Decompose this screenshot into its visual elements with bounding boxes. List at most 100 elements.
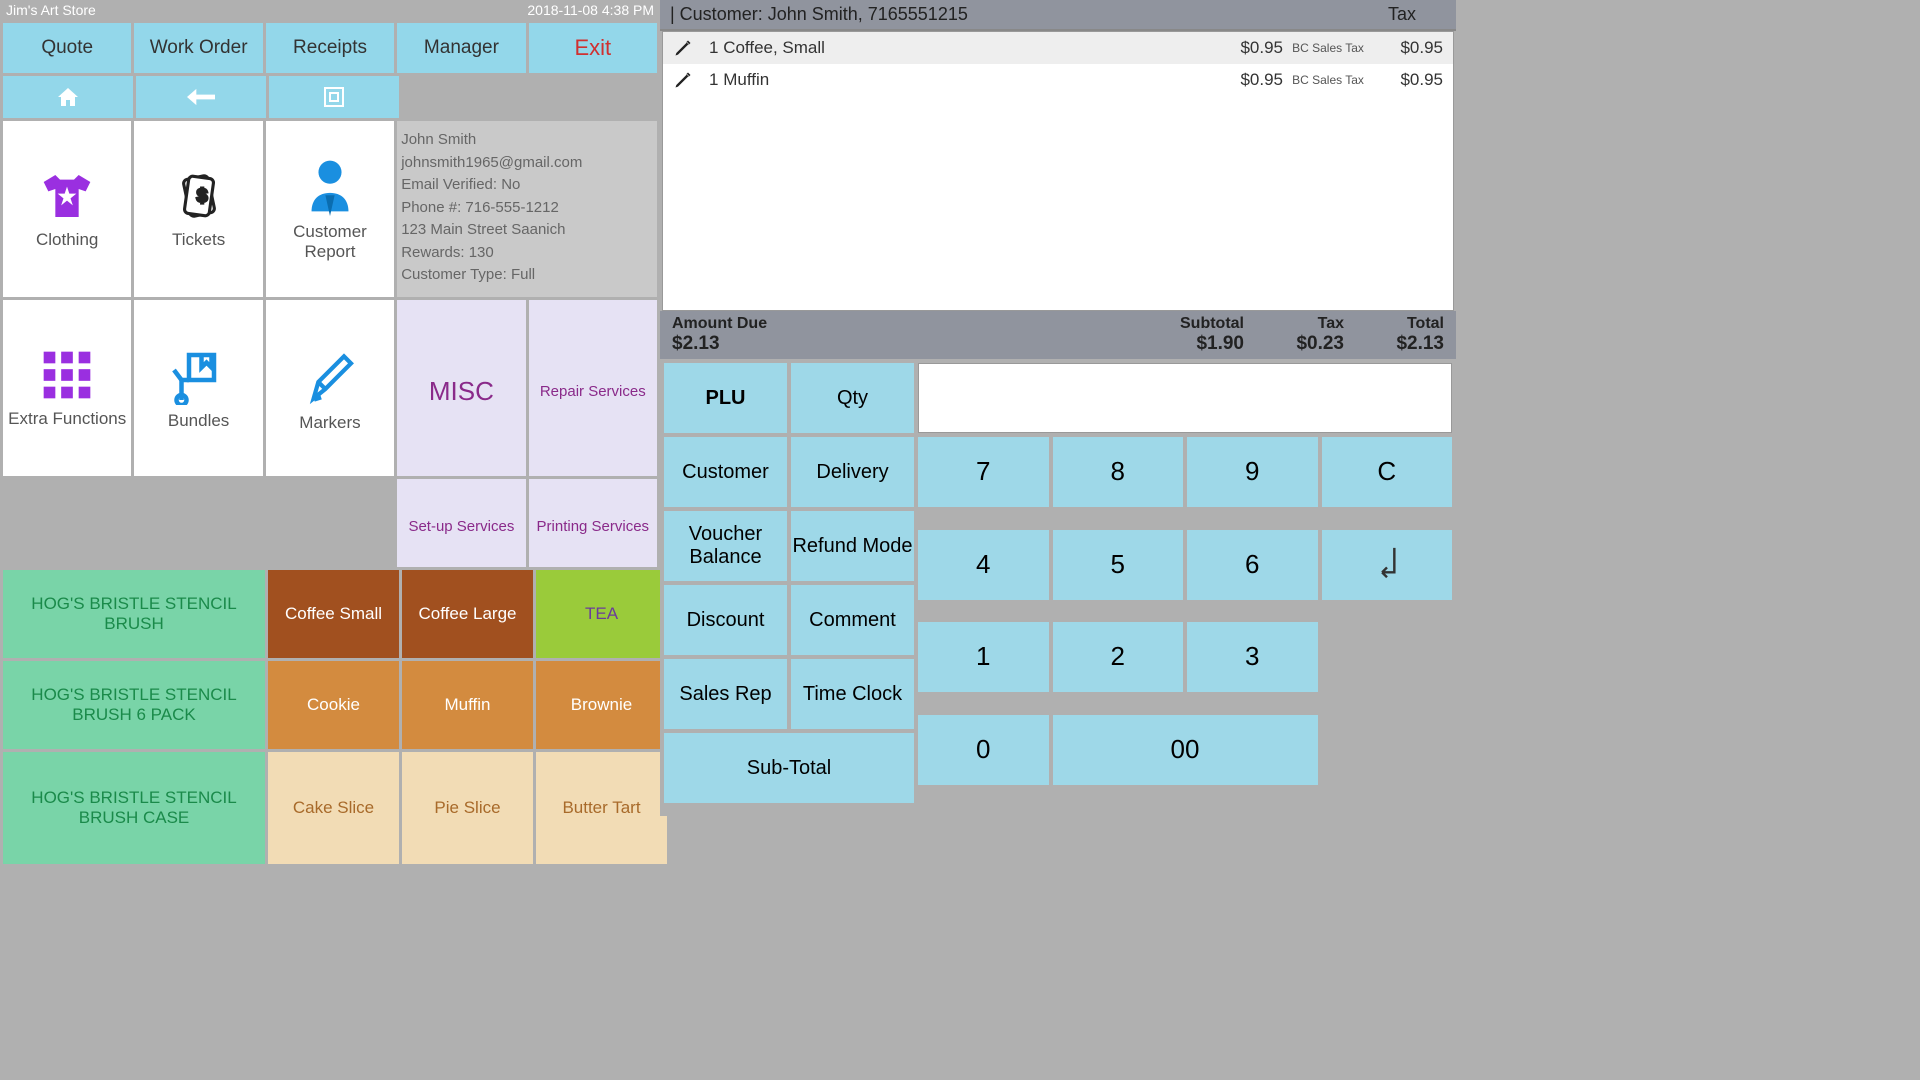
tax-value: $0.23 — [1244, 333, 1344, 355]
totals-panel: Amount Due Subtotal Tax Total $2.13 $1.9… — [660, 311, 1456, 359]
product-hog-brush[interactable]: HOG'S BRISTLE STENCIL BRUSH — [3, 570, 265, 658]
cust-verified: Email Verified: No — [401, 174, 520, 197]
key-enter[interactable] — [1322, 530, 1453, 600]
back-button[interactable] — [136, 76, 266, 118]
edit-icon[interactable] — [673, 70, 703, 90]
time-clock-button[interactable]: Time Clock — [791, 659, 914, 729]
product-tea[interactable]: TEA — [536, 570, 667, 658]
store-name: Jim's Art Store — [6, 2, 96, 18]
printing-label: Printing Services — [537, 518, 650, 535]
plu-button[interactable]: PLU — [664, 363, 787, 433]
product-brownie[interactable]: Brownie — [536, 661, 667, 749]
customer-info-panel: John Smith johnsmith1965@gmail.com Email… — [397, 121, 657, 297]
line-price: $0.95 — [1213, 38, 1283, 58]
home-button[interactable] — [3, 76, 133, 118]
product-hog-6pack[interactable]: HOG'S BRISTLE STENCIL BRUSH 6 PACK — [3, 661, 265, 749]
order-customer-label: | Customer: John Smith, 7165551215 — [670, 4, 968, 25]
cust-rewards: Rewards: 130 — [401, 242, 494, 265]
receipts-button[interactable]: Receipts — [266, 23, 394, 73]
quote-button[interactable]: Quote — [3, 23, 131, 73]
total-value: $2.13 — [1344, 333, 1444, 355]
work-order-button[interactable]: Work Order — [134, 23, 262, 73]
voucher-balance-button[interactable]: Voucher Balance — [664, 511, 787, 581]
customer-report-button[interactable]: Customer Report — [266, 121, 394, 297]
order-line[interactable]: 1 Muffin $0.95 BC Sales Tax $0.95 — [663, 64, 1453, 96]
key-clear[interactable]: C — [1322, 437, 1453, 507]
amount-due-value: $2.13 — [672, 333, 1144, 355]
nav-row — [0, 76, 660, 121]
key-5[interactable]: 5 — [1053, 530, 1184, 600]
customer-report-label: Customer Report — [270, 222, 390, 262]
keypad-area: Customer Delivery Voucher Balance Refund… — [660, 437, 1456, 807]
markers-button[interactable]: Markers — [266, 300, 394, 476]
product-pie-slice[interactable]: Pie Slice — [402, 752, 533, 864]
line-price: $0.95 — [1213, 70, 1283, 90]
tickets-label: Tickets — [172, 230, 225, 250]
store-datetime: 2018-11-08 4:38 PM — [527, 2, 654, 18]
printing-services-button[interactable]: Printing Services — [529, 479, 657, 567]
refund-mode-button[interactable]: Refund Mode — [791, 511, 914, 581]
tickets-button[interactable]: $ Tickets — [134, 121, 262, 297]
person-icon — [302, 156, 358, 216]
key-00[interactable]: 00 — [1053, 715, 1318, 785]
bundles-button[interactable]: Bundles — [134, 300, 262, 476]
markers-label: Markers — [299, 413, 360, 433]
discount-button[interactable]: Discount — [664, 585, 787, 655]
grid-icon — [39, 347, 95, 403]
key-3[interactable]: 3 — [1187, 622, 1318, 692]
amount-due-label: Amount Due — [672, 315, 1144, 333]
product-cake-slice[interactable]: Cake Slice — [268, 752, 399, 864]
setup-services-button[interactable]: Set-up Services — [397, 479, 525, 567]
product-coffee-small[interactable]: Coffee Small — [268, 570, 399, 658]
product-cookie[interactable]: Cookie — [268, 661, 399, 749]
product-butter-tart[interactable]: Butter Tart — [536, 752, 667, 864]
comment-button[interactable]: Comment — [791, 585, 914, 655]
subtotal-value: $1.90 — [1144, 333, 1244, 355]
qty-button[interactable]: Qty — [791, 363, 914, 433]
bundles-label: Bundles — [168, 411, 229, 431]
product-hog-case[interactable]: HOG'S BRISTLE STENCIL BRUSH CASE — [3, 752, 265, 864]
order-line[interactable]: 1 Coffee, Small $0.95 BC Sales Tax $0.95 — [663, 32, 1453, 64]
cust-name: John Smith — [401, 129, 476, 152]
repair-services-button[interactable]: Repair Services — [529, 300, 657, 476]
key-7[interactable]: 7 — [918, 437, 1049, 507]
sales-rep-button[interactable]: Sales Rep — [664, 659, 787, 729]
product-coffee-large[interactable]: Coffee Large — [402, 570, 533, 658]
exit-button[interactable]: Exit — [529, 23, 657, 73]
pencil-icon — [302, 343, 358, 407]
key-6[interactable]: 6 — [1187, 530, 1318, 600]
enter-icon — [1372, 543, 1402, 587]
subtotal-button[interactable]: Sub-Total — [664, 733, 914, 803]
key-9[interactable]: 9 — [1187, 437, 1318, 507]
extra-functions-button[interactable]: Extra Functions — [3, 300, 131, 476]
key-0[interactable]: 0 — [918, 715, 1049, 785]
cust-email: johnsmith1965@gmail.com — [401, 152, 582, 175]
entry-input[interactable] — [918, 363, 1452, 433]
setup-label: Set-up Services — [408, 518, 514, 535]
square-icon — [322, 85, 346, 109]
clothing-button[interactable]: Clothing — [3, 121, 131, 297]
cust-address: 123 Main Street Saanich — [401, 219, 565, 242]
misc-button[interactable]: MISC — [397, 300, 525, 476]
clothing-label: Clothing — [36, 230, 98, 250]
home-icon — [55, 85, 81, 109]
edit-icon[interactable] — [673, 38, 703, 58]
line-tax: BC Sales Tax — [1283, 73, 1373, 87]
order-lines: 1 Coffee, Small $0.95 BC Sales Tax $0.95… — [662, 31, 1454, 311]
key-8[interactable]: 8 — [1053, 437, 1184, 507]
key-2[interactable]: 2 — [1053, 622, 1184, 692]
top-menu: Quote Work Order Receipts Manager Exit — [0, 20, 660, 76]
key-4[interactable]: 4 — [918, 530, 1049, 600]
manager-button[interactable]: Manager — [397, 23, 525, 73]
store-header: Jim's Art Store 2018-11-08 4:38 PM — [0, 0, 660, 20]
line-desc: 1 Coffee, Small — [703, 38, 1213, 58]
arrow-left-icon — [187, 87, 215, 107]
product-muffin[interactable]: Muffin — [402, 661, 533, 749]
key-1[interactable]: 1 — [918, 622, 1049, 692]
repair-label: Repair Services — [540, 383, 646, 400]
delivery-button[interactable]: Delivery — [791, 437, 914, 507]
line-ext: $0.95 — [1373, 70, 1443, 90]
register-button[interactable] — [269, 76, 399, 118]
category-grid: Clothing $ Tickets Customer Report John … — [0, 121, 660, 570]
customer-button[interactable]: Customer — [664, 437, 787, 507]
